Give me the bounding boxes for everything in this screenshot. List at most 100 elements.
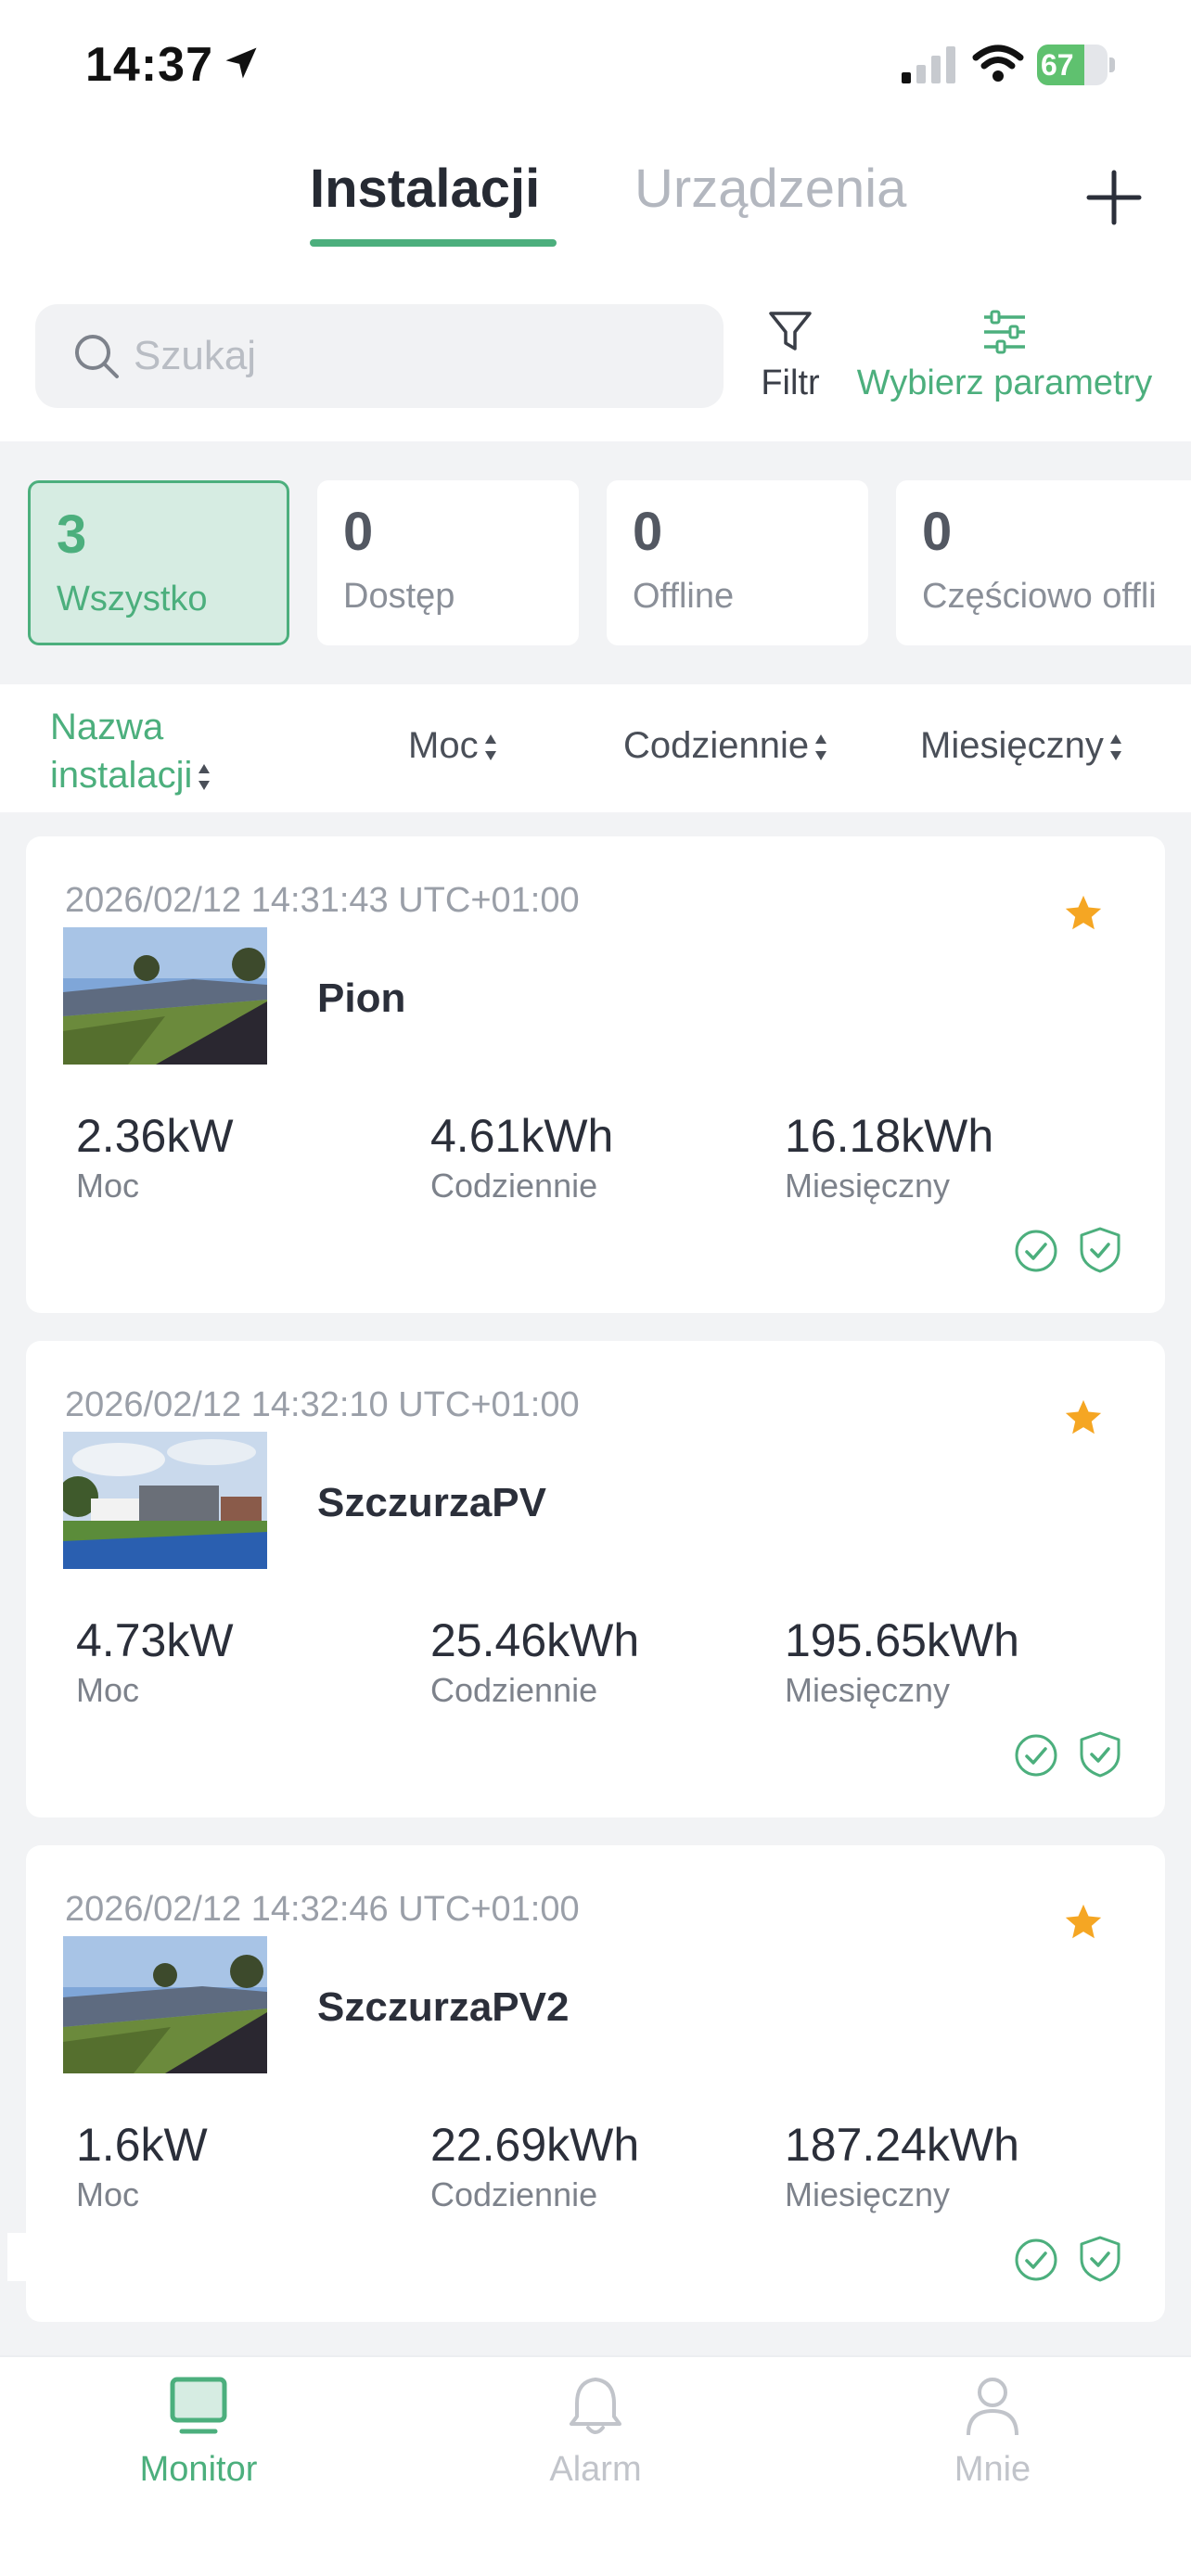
status-bar: 14:37 67 (0, 0, 1191, 130)
filter-label: Filtr (761, 363, 820, 402)
sort-by-name[interactable]: Nazwa instalacji (50, 703, 212, 799)
shield-check-icon (1080, 1731, 1121, 1778)
metric-label: Miesięczny (785, 1671, 951, 1709)
star-icon[interactable] (1061, 892, 1106, 935)
metric-value: 1.6kW (76, 2119, 208, 2171)
nav-monitor[interactable]: Monitor (0, 2357, 397, 2543)
shield-check-icon (1080, 1227, 1121, 1273)
top-tabs: Instalacji Urządzenia (0, 130, 1191, 297)
metric-daily: 22.69kWh Codziennie (430, 2118, 639, 2214)
metric-label: Moc (76, 1167, 140, 1205)
active-tab-indicator (310, 239, 557, 247)
metric-label: Codziennie (430, 1671, 598, 1709)
metric-label: Moc (76, 1671, 140, 1709)
summary-online[interactable]: 0 Dostęp (317, 480, 579, 645)
nav-label: Monitor (139, 2450, 258, 2489)
sort-arrows-icon (198, 764, 211, 791)
scroll-edge-marker (7, 2233, 26, 2281)
summary-label: Dostęp (343, 577, 455, 616)
metric-monthly: 16.18kWh Miesięczny (785, 1109, 993, 1205)
installation-photo (63, 927, 267, 1065)
user-icon (967, 2378, 1018, 2436)
sliders-icon (984, 310, 1025, 354)
star-icon[interactable] (1061, 1396, 1106, 1439)
nav-label: Alarm (549, 2450, 642, 2489)
metric-value: 16.18kWh (785, 1110, 994, 1162)
sort-by-monthly[interactable]: Miesięczny (920, 725, 1124, 767)
summary-count: 3 (57, 504, 87, 565)
status-summary: 3 Wszystko 0 Dostęp 0 Offline 0 Częściow… (0, 441, 1191, 684)
metric-monthly: 195.65kWh Miesięczny (785, 1613, 1019, 1710)
star-icon[interactable] (1061, 1901, 1106, 1944)
sort-arrows-icon (484, 734, 496, 761)
battery-level: 67 (1041, 48, 1074, 82)
metric-value: 187.24kWh (785, 2119, 1019, 2171)
last-update-timestamp: 2026/02/12 14:31:43 UTC+01:00 (65, 881, 580, 920)
metric-value: 25.46kWh (430, 1614, 640, 1666)
select-parameters-label: Wybierz parametry (856, 363, 1153, 402)
sort-label: Codziennie (623, 725, 810, 766)
metric-label: Moc (76, 2175, 140, 2213)
installation-card[interactable]: 2026/02/12 14:32:10 UTC+01:00 SzczurzaPV… (26, 1341, 1165, 1817)
metric-label: Miesięczny (785, 1167, 951, 1205)
check-circle-icon (1015, 1734, 1057, 1777)
nav-label: Mnie (954, 2450, 1031, 2489)
sort-label: Nazwa (50, 707, 164, 747)
filter-icon (769, 312, 812, 351)
cellular-signal-icon (902, 46, 955, 83)
search-box[interactable] (35, 304, 724, 408)
metric-power: 1.6kW Moc (76, 2118, 208, 2214)
search-input[interactable] (134, 326, 690, 386)
metric-value: 22.69kWh (430, 2119, 640, 2171)
tab-devices[interactable]: Urządzenia (634, 158, 906, 220)
nav-me[interactable]: Mnie (794, 2357, 1191, 2543)
battery-charging-icon: 67 (1037, 45, 1115, 85)
installation-name: Pion (317, 976, 406, 1021)
summary-partially-offline[interactable]: 0 Częściowo offli (896, 480, 1191, 645)
installation-photo (63, 1936, 267, 2073)
search-row: Filtr Wybierz parametry (0, 297, 1191, 441)
sort-label: instalacji (50, 755, 193, 796)
nav-alarm[interactable]: Alarm (397, 2357, 794, 2543)
sort-arrows-icon (1109, 734, 1121, 761)
check-circle-icon (1015, 2238, 1057, 2281)
metric-value: 4.73kW (76, 1614, 234, 1666)
metric-label: Codziennie (430, 2175, 598, 2213)
installation-name: SzczurzaPV2 (317, 1984, 570, 2030)
sort-arrows-icon (815, 734, 827, 761)
metric-label: Miesięczny (785, 2175, 951, 2213)
installation-card[interactable]: 2026/02/12 14:32:46 UTC+01:00 SzczurzaPV… (26, 1845, 1165, 2322)
sort-by-daily[interactable]: Codziennie (623, 725, 829, 767)
metric-monthly: 187.24kWh Miesięczny (785, 2118, 1019, 2214)
metric-value: 2.36kW (76, 1110, 234, 1162)
bell-icon (570, 2378, 621, 2434)
filter-button[interactable]: Filtr (753, 310, 827, 421)
wifi-icon (972, 45, 1024, 82)
sort-by-power[interactable]: Moc (408, 725, 499, 767)
summary-count: 0 (922, 502, 953, 562)
search-icon (75, 335, 119, 378)
tab-installations[interactable]: Instalacji (310, 158, 540, 220)
sort-header: Nazwa instalacji Moc Codziennie Miesięcz… (0, 684, 1191, 812)
summary-label: Wszystko (57, 580, 208, 618)
summary-all[interactable]: 3 Wszystko (28, 480, 289, 645)
select-parameters-button[interactable]: Wybierz parametry (852, 310, 1158, 421)
installation-name: SzczurzaPV (317, 1480, 546, 1525)
metric-label: Codziennie (430, 1167, 598, 1205)
summary-label: Offline (633, 577, 735, 616)
check-circle-icon (1015, 1230, 1057, 1272)
sort-label: Miesięczny (920, 725, 1104, 766)
summary-offline[interactable]: 0 Offline (607, 480, 868, 645)
last-update-timestamp: 2026/02/12 14:32:46 UTC+01:00 (65, 1890, 580, 1929)
metric-power: 4.73kW Moc (76, 1613, 234, 1710)
metric-value: 4.61kWh (430, 1110, 614, 1162)
plus-icon[interactable] (1085, 169, 1143, 226)
sort-label: Moc (408, 725, 479, 766)
bottom-nav: Monitor Alarm Mnie (0, 2355, 1191, 2576)
status-time: 14:37 (85, 38, 213, 92)
last-update-timestamp: 2026/02/12 14:32:10 UTC+01:00 (65, 1385, 580, 1424)
monitor-icon (170, 2377, 227, 2434)
metric-power: 2.36kW Moc (76, 1109, 234, 1205)
metric-daily: 4.61kWh Codziennie (430, 1109, 613, 1205)
installation-card[interactable]: 2026/02/12 14:31:43 UTC+01:00 Pion 2.36k… (26, 836, 1165, 1313)
